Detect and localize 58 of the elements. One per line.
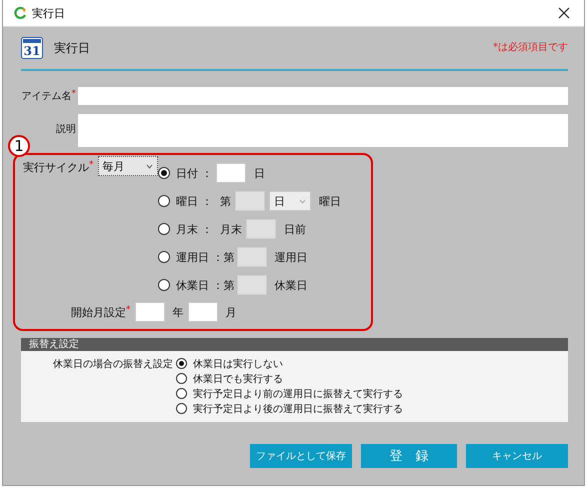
- unit-label: 休業日: [274, 278, 308, 292]
- option-label: 休業日は実行しない: [193, 358, 283, 370]
- radio-button[interactable]: [176, 403, 187, 414]
- section-header: 振替え設定: [21, 338, 568, 351]
- field-label: アイテム名*: [21, 89, 77, 103]
- caret-icon: [299, 198, 306, 204]
- unit-label: 日前: [284, 222, 306, 236]
- unit-label: 第: [220, 194, 231, 208]
- unit-label: 曜日: [319, 194, 341, 208]
- number-input[interactable]: [236, 247, 266, 267]
- radio-button[interactable]: [158, 279, 170, 291]
- dialog-title: 実行日: [54, 40, 90, 56]
- action-button[interactable]: キャンセル: [466, 444, 568, 468]
- radio-button[interactable]: [176, 373, 187, 384]
- unit-label: 年: [172, 304, 184, 320]
- unit-label: 月: [226, 304, 236, 320]
- action-button[interactable]: ファイルとして保存: [250, 444, 352, 468]
- option-label: 実行予定日より前の運用日に振替えて実行する: [193, 388, 403, 400]
- description-field[interactable]: [78, 114, 568, 147]
- radio-button[interactable]: [158, 195, 170, 207]
- radio-button[interactable]: [158, 251, 170, 263]
- month-input[interactable]: [188, 302, 218, 322]
- option-label: 運用日 ：: [176, 250, 224, 264]
- cycle-dropdown[interactable]: 毎月: [98, 156, 158, 176]
- start-month-label: 開始月設定*: [71, 304, 130, 320]
- radio-button[interactable]: [158, 223, 170, 235]
- option-label: 休業日でも実行する: [193, 372, 283, 386]
- transfer-label: 休業日の場合の振替え設定: [53, 358, 174, 372]
- option-label: 休業日 ：: [176, 278, 224, 292]
- unit-label: 第: [224, 250, 234, 264]
- app-logo-icon: [13, 6, 27, 20]
- field-label: 説明: [55, 122, 77, 136]
- year-input[interactable]: [134, 302, 164, 322]
- unit-label: 月末: [220, 222, 242, 236]
- unit-label: 運用日: [274, 250, 308, 264]
- days-before-input[interactable]: [246, 219, 276, 239]
- week-number-input[interactable]: [235, 191, 265, 211]
- window-title: 実行日: [32, 6, 66, 20]
- option-label: 日付 ：: [176, 166, 214, 180]
- weekday-dropdown[interactable]: 日: [269, 191, 311, 211]
- number-input[interactable]: [236, 275, 266, 295]
- radio-button[interactable]: [158, 167, 170, 179]
- calendar-day: 31: [24, 44, 40, 58]
- action-button[interactable]: 登 録: [361, 444, 457, 468]
- option-label: 曜日 ：: [176, 194, 214, 208]
- caret-icon: [146, 164, 153, 168]
- cycle-label: 実行サイクル*: [23, 160, 94, 175]
- close-icon: [558, 7, 570, 19]
- required-note: *は必須項目です: [493, 40, 568, 54]
- option-label: 実行予定日より後の運用日に振替えて実行する: [193, 402, 403, 416]
- unit-label: 日: [254, 166, 265, 180]
- option-label: 月末 ：: [176, 222, 214, 236]
- unit-label: 第: [224, 278, 234, 292]
- callout-number: 1: [8, 135, 30, 157]
- text-field[interactable]: [78, 87, 568, 105]
- radio-button[interactable]: [176, 358, 187, 369]
- day-input[interactable]: [216, 163, 246, 183]
- radio-button[interactable]: [176, 388, 187, 399]
